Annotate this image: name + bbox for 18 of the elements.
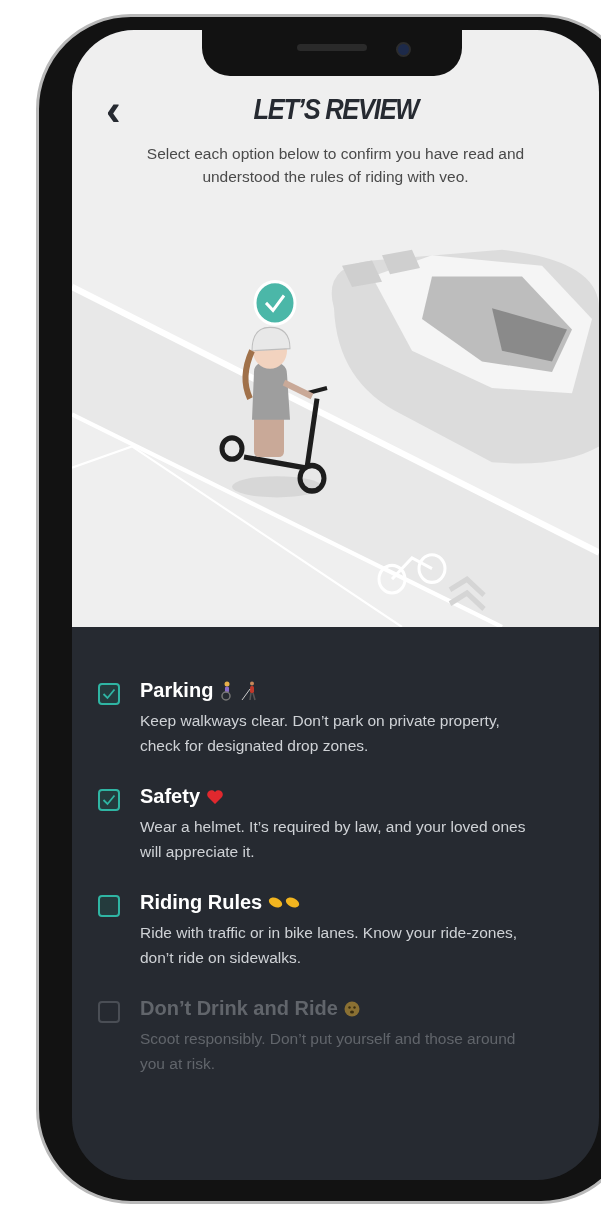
heart-icon bbox=[206, 788, 225, 805]
check-badge-icon bbox=[253, 280, 297, 326]
back-button[interactable]: ‹ bbox=[100, 88, 127, 132]
checkbox[interactable] bbox=[98, 895, 120, 917]
checkbox[interactable] bbox=[98, 789, 120, 811]
rule-title: Safety bbox=[140, 785, 201, 808]
rule-title: Don’t Drink and Ride bbox=[140, 997, 338, 1020]
rule-description: Ride with traffic or in bike lanes. Know your ride-zones, don’t ride on sidewalks. bbox=[140, 923, 519, 968]
dizzy-face-icon bbox=[343, 1000, 360, 1017]
rule-title: Parking bbox=[140, 679, 214, 702]
instructions-text: Select each option below to confirm you have read and understood the rules of riding with veo. bbox=[145, 144, 526, 187]
rule-description: Scoot responsibly. Don’t put yourself and those around you at risk. bbox=[140, 1029, 517, 1074]
checkmark-icon bbox=[102, 688, 116, 700]
checkmark-icon bbox=[102, 794, 116, 806]
rule-description: Wear a helmet. It’s required by law, and your loved ones will appreciate it. bbox=[140, 817, 527, 862]
checkbox[interactable] bbox=[98, 683, 120, 705]
rule-title: Riding Rules bbox=[140, 891, 263, 914]
rule-description: Keep walkways clear. Don’t park on private property, check for designated drop zones. bbox=[140, 711, 501, 756]
